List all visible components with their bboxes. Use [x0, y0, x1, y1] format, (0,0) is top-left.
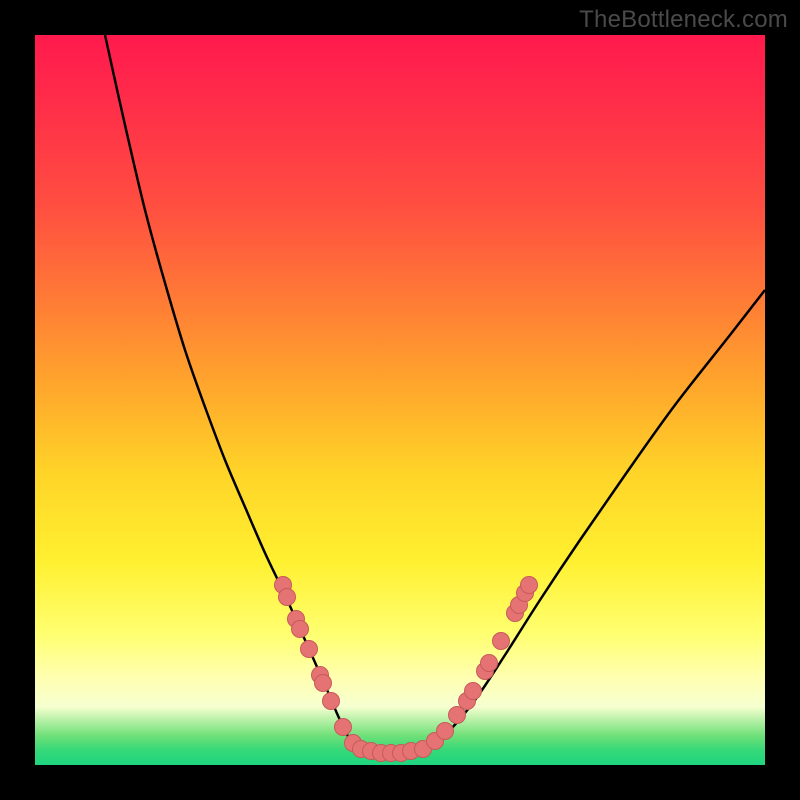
watermark-text: TheBottleneck.com — [579, 6, 788, 34]
data-dot — [437, 723, 454, 740]
data-dot — [279, 589, 296, 606]
data-dot — [481, 655, 498, 672]
data-dot — [449, 707, 466, 724]
plot-area — [35, 35, 765, 765]
data-dot — [335, 719, 352, 736]
data-dot — [465, 683, 482, 700]
data-dot — [521, 577, 538, 594]
dot-layer — [275, 577, 538, 762]
data-dot — [315, 675, 332, 692]
outer-frame: TheBottleneck.com — [0, 0, 800, 800]
data-dot — [493, 633, 510, 650]
data-dot — [323, 693, 340, 710]
data-dot — [301, 641, 318, 658]
curve-svg — [35, 35, 765, 765]
data-dot — [292, 621, 309, 638]
valley-curve — [105, 35, 765, 753]
